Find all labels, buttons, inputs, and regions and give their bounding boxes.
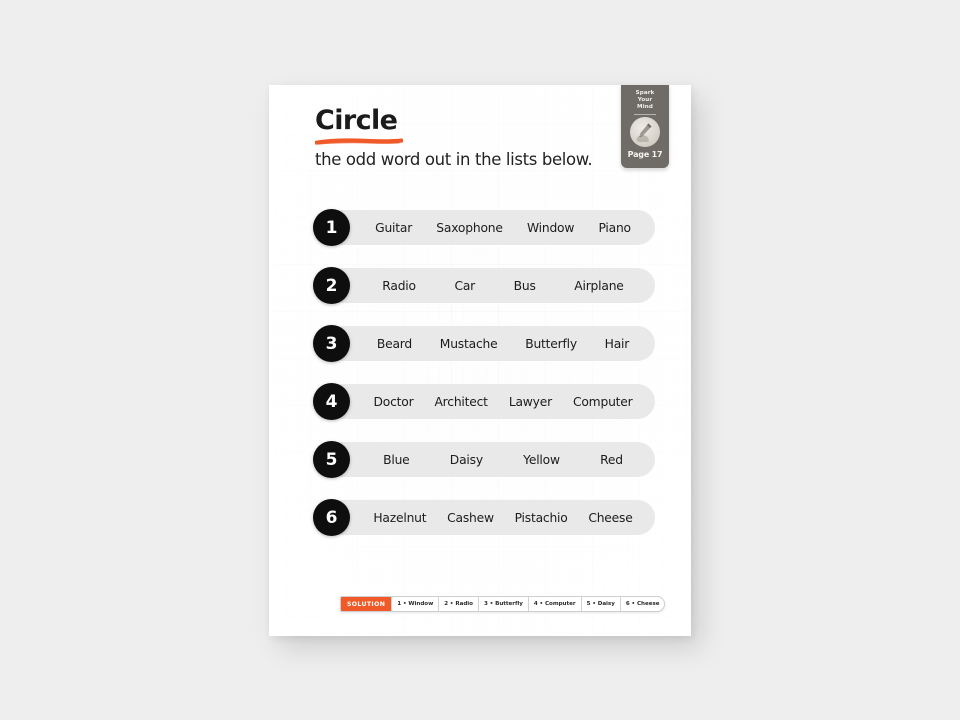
question-row: Hazelnut Cashew Pistachio Cheese 6 bbox=[313, 499, 655, 536]
word-option[interactable]: Saxophone bbox=[436, 221, 503, 235]
word-option[interactable]: Mustache bbox=[440, 337, 498, 351]
page-subtitle: the odd word out in the lists below. bbox=[315, 150, 593, 169]
tab-page-label: Page 17 bbox=[627, 149, 663, 159]
word-option[interactable]: Hair bbox=[605, 337, 630, 351]
solution-label: SOLUTION bbox=[341, 597, 392, 611]
word-option[interactable]: Piano bbox=[598, 221, 631, 235]
solution-strip: SOLUTION 1 • Window 2 • Radio 3 • Butterfl… bbox=[340, 596, 666, 612]
word-list-pill: Blue Daisy Yellow Red bbox=[325, 442, 655, 477]
row-number-badge: 6 bbox=[313, 499, 350, 536]
screenshot-canvas: Circle the odd word out in the lists bel… bbox=[0, 0, 960, 720]
question-row: Doctor Architect Lawyer Computer 4 bbox=[313, 383, 655, 420]
tab-kicker-line-3: Mind bbox=[637, 104, 653, 111]
solution-item: 1 • Window bbox=[391, 597, 438, 611]
title-underline-stroke bbox=[315, 138, 403, 145]
word-option[interactable]: Yellow bbox=[523, 453, 560, 467]
row-number-badge: 5 bbox=[313, 441, 350, 478]
tab-kicker-line-2: Your bbox=[637, 97, 653, 104]
word-option[interactable]: Radio bbox=[382, 279, 416, 293]
word-option[interactable]: Window bbox=[527, 221, 574, 235]
row-number-badge: 3 bbox=[313, 325, 350, 362]
tab-kicker-line-1: Spark bbox=[635, 90, 655, 96]
solution-item: 2 • Radio bbox=[438, 597, 478, 611]
question-rows: Guitar Saxophone Window Piano 1 Radio Car Bus Ai… bbox=[313, 209, 655, 536]
word-option[interactable]: Butterfly bbox=[525, 337, 577, 351]
word-option[interactable]: Cheese bbox=[588, 511, 632, 525]
row-number-badge: 4 bbox=[313, 383, 350, 420]
word-option[interactable]: Guitar bbox=[375, 221, 412, 235]
word-option[interactable]: Bus bbox=[514, 279, 536, 293]
row-number-badge: 2 bbox=[313, 267, 350, 304]
word-option[interactable]: Blue bbox=[383, 453, 410, 467]
worksheet-header: Circle the odd word out in the lists bel… bbox=[315, 107, 615, 170]
word-option[interactable]: Red bbox=[600, 453, 623, 467]
word-option[interactable]: Doctor bbox=[374, 395, 414, 409]
solution-item: 3 • Butterfly bbox=[477, 597, 528, 611]
solution-item: 6 • Cheese bbox=[619, 597, 665, 611]
word-option[interactable]: Computer bbox=[573, 395, 633, 409]
question-row: Guitar Saxophone Window Piano 1 bbox=[313, 209, 655, 246]
tab-divider bbox=[634, 113, 656, 115]
word-list-pill: Doctor Architect Lawyer Computer bbox=[325, 384, 655, 419]
question-row: Radio Car Bus Airplane 2 bbox=[313, 267, 655, 304]
word-list-pill: Guitar Saxophone Window Piano bbox=[325, 210, 655, 245]
word-list-pill: Hazelnut Cashew Pistachio Cheese bbox=[325, 500, 655, 535]
word-list-pill: Beard Mustache Butterfly Hair bbox=[325, 326, 655, 361]
question-row: Beard Mustache Butterfly Hair 3 bbox=[313, 325, 655, 362]
worksheet-page: Circle the odd word out in the lists bel… bbox=[269, 85, 691, 636]
question-row: Blue Daisy Yellow Red 5 bbox=[313, 441, 655, 478]
corner-tab-badge: Spark Your Mind Page 17 bbox=[621, 85, 669, 168]
solution-item: 5 • Daisy bbox=[580, 597, 620, 611]
tab-kicker: Spark Your Mind bbox=[636, 90, 655, 111]
word-option[interactable]: Airplane bbox=[574, 279, 624, 293]
word-option[interactable]: Hazelnut bbox=[373, 511, 426, 525]
word-option[interactable]: Car bbox=[454, 279, 475, 293]
word-list-pill: Radio Car Bus Airplane bbox=[325, 268, 655, 303]
row-number-badge: 1 bbox=[313, 209, 350, 246]
solution-item: 4 • Computer bbox=[527, 597, 581, 611]
word-option[interactable]: Cashew bbox=[447, 511, 494, 525]
word-option[interactable]: Lawyer bbox=[509, 395, 552, 409]
page-title: Circle bbox=[315, 105, 398, 136]
hand-with-pencil-icon bbox=[630, 116, 660, 147]
word-option[interactable]: Pistachio bbox=[515, 511, 568, 525]
word-option[interactable]: Architect bbox=[434, 395, 488, 409]
word-option[interactable]: Daisy bbox=[450, 453, 483, 467]
word-option[interactable]: Beard bbox=[377, 337, 412, 351]
